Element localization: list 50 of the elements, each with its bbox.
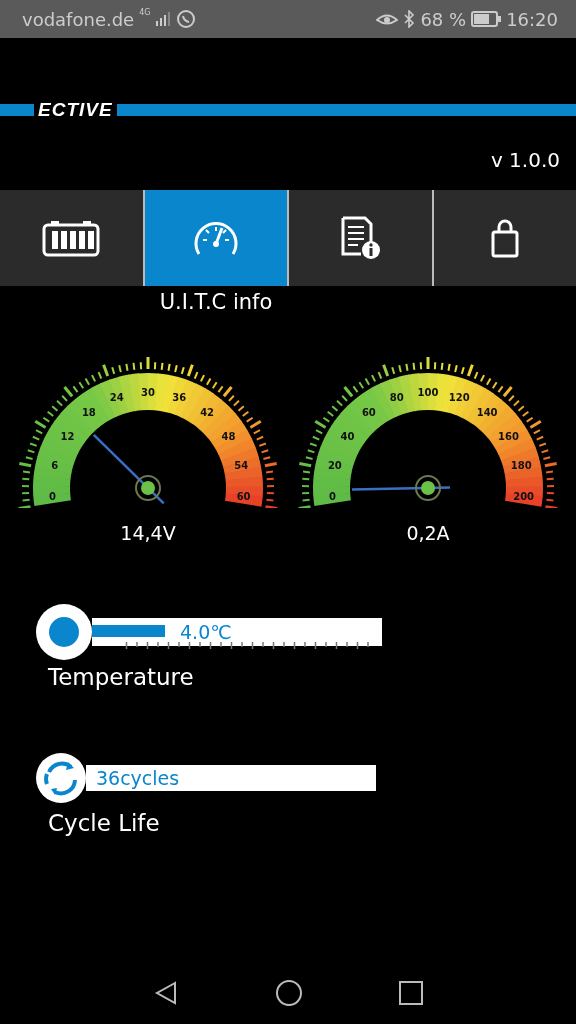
- gauge-scale-label: 42: [200, 407, 215, 419]
- logo-stripe: [0, 104, 34, 116]
- gauge-reading: 14,4V: [120, 522, 176, 544]
- section-title: U.I.T.C info: [159, 290, 273, 314]
- gauge-scale-label: 80: [389, 392, 404, 404]
- gauge-reading: 0,2A: [406, 522, 450, 544]
- gauge-scale-label: 20: [327, 459, 342, 471]
- gauge-scale-label: 200: [513, 491, 535, 503]
- carrier-name: vodafone.de: [22, 8, 135, 30]
- signal-icon: [155, 12, 172, 26]
- gauge-scale-label: 160: [498, 430, 519, 442]
- gauge-scale-label: 0: [328, 491, 336, 503]
- battery-icon: [471, 11, 502, 27]
- chat-icon: [176, 9, 197, 29]
- gauge-scale-label: 60: [236, 491, 251, 503]
- gauge-scale-label: 60: [361, 407, 376, 419]
- meter-value: 36cycles: [96, 767, 180, 789]
- meter-value: 4.0℃: [180, 621, 232, 643]
- network-type: 4G: [139, 8, 151, 17]
- tab[interactable]: [0, 190, 143, 286]
- needle-hub: [135, 475, 161, 501]
- gauge-scale-label: 100: [417, 387, 439, 398]
- battery-percent: 68 %: [420, 8, 467, 30]
- version-label: v 1.0.0: [490, 148, 560, 174]
- gauge-scale-label: 54: [234, 459, 249, 471]
- gauge-scale-label: 0: [48, 491, 56, 503]
- bluetooth-icon: [403, 10, 416, 28]
- gauge-scale-label: 48: [221, 430, 236, 442]
- recent-apps-icon[interactable]: [399, 981, 423, 1005]
- gauge-scale-label: 40: [340, 430, 355, 442]
- gauge-scale-label: 30: [141, 387, 155, 398]
- gauge-scale-label: 140: [476, 407, 498, 419]
- back-icon[interactable]: [153, 980, 179, 1006]
- gauge-scale-label: 24: [109, 392, 124, 404]
- needle-hub: [415, 475, 441, 501]
- meter-label: Cycle Life: [48, 810, 161, 836]
- clock: 16:20: [506, 8, 558, 30]
- home-icon[interactable]: [275, 979, 303, 1007]
- gauge-scale-label: 36: [172, 392, 187, 404]
- logo: ECTIVE: [37, 102, 114, 118]
- tab[interactable]: [289, 190, 432, 286]
- tab[interactable]: [433, 190, 576, 286]
- gauge-scale-label: 6: [51, 459, 59, 471]
- meter-label: Temperature: [48, 664, 195, 690]
- battery-icon: [41, 218, 102, 258]
- gauge-scale-label: 180: [510, 459, 532, 471]
- gauge-scale-label: 120: [448, 392, 470, 404]
- shopping-bag-icon: [489, 218, 520, 258]
- gauge-scale-label: 12: [60, 430, 75, 442]
- gauge-scale-label: 18: [81, 407, 96, 419]
